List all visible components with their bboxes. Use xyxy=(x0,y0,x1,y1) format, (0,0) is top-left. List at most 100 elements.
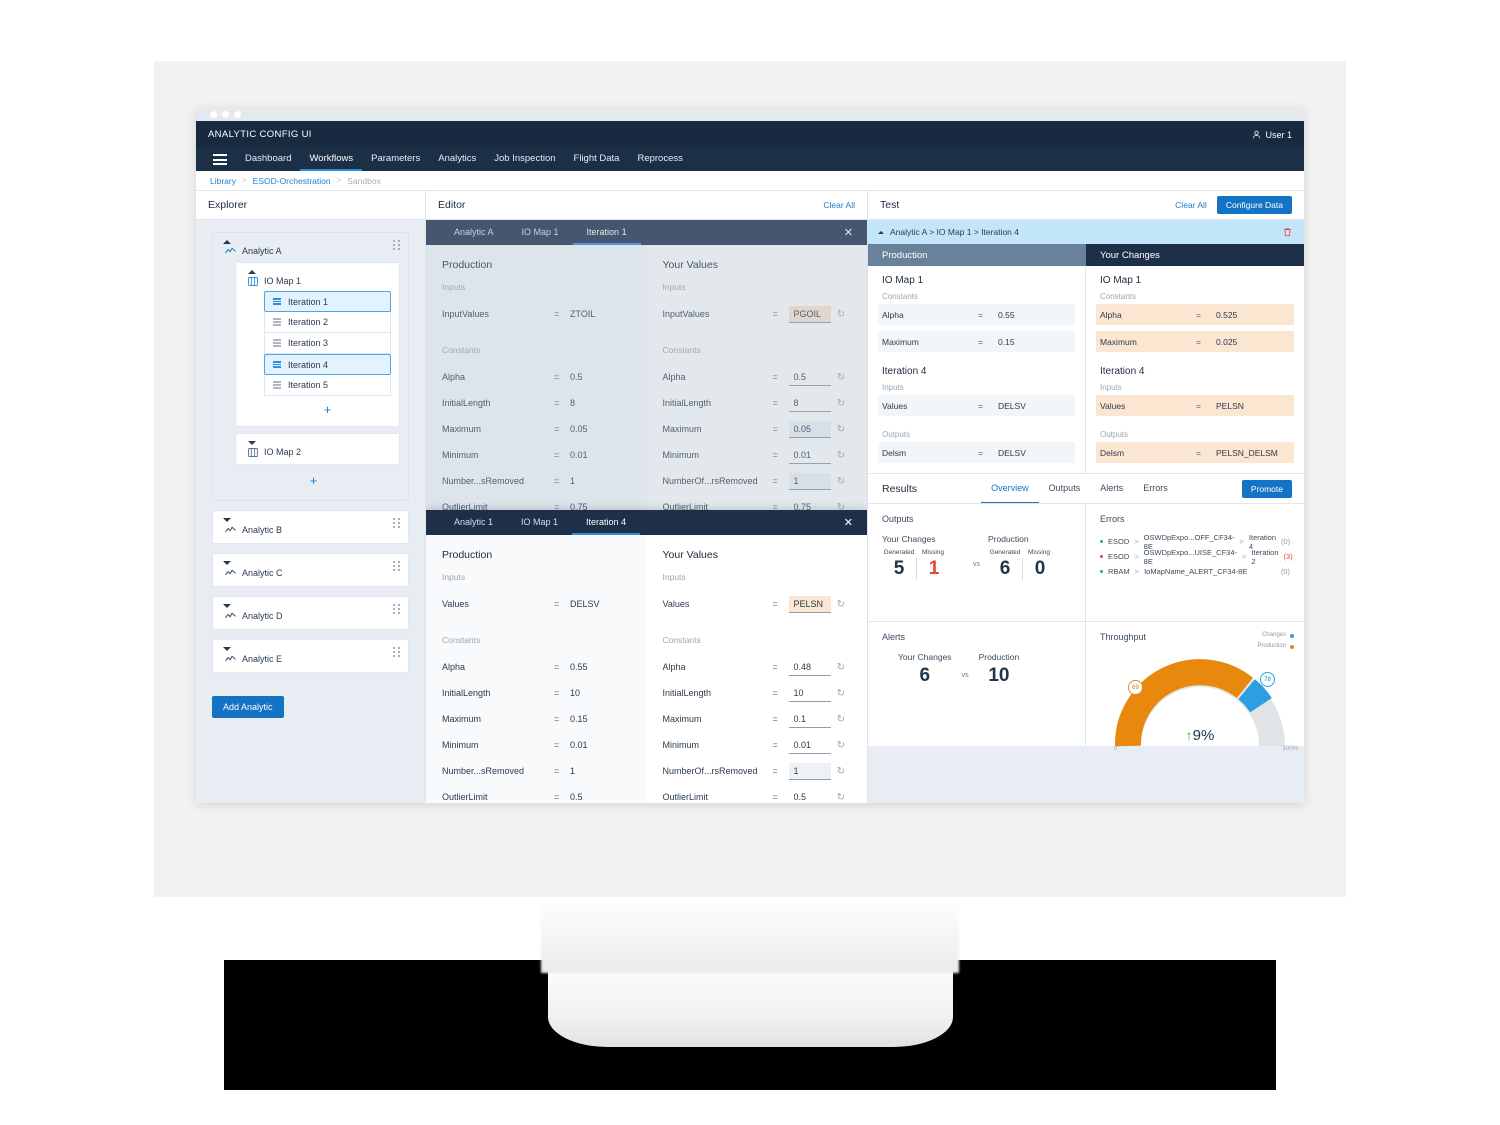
nav-item-flight-data[interactable]: Flight Data xyxy=(565,148,629,171)
add-iteration-button[interactable]: + xyxy=(264,402,391,417)
undo-icon[interactable]: ↻ xyxy=(831,476,851,487)
undo-icon[interactable]: ↻ xyxy=(831,450,851,461)
error-list-item[interactable]: RBAM > IoMapName_ALERT_CF34-8E (0) xyxy=(1100,564,1290,579)
tree-item-iteration-3[interactable]: Iteration 3 xyxy=(264,333,391,354)
nav-item-workflows[interactable]: Workflows xyxy=(300,148,363,171)
tab-io-map-1[interactable]: IO Map 1 xyxy=(507,510,572,535)
tree-node-analytic-a[interactable]: Analytic A IO Map 1 Iteration 1 Iteratio… xyxy=(212,232,409,501)
tab-alerts[interactable]: Alerts xyxy=(1090,474,1133,504)
add-analytic-button[interactable]: Add Analytic xyxy=(212,696,284,718)
drag-handle-icon[interactable] xyxy=(393,561,401,571)
drag-handle-icon[interactable] xyxy=(393,604,401,614)
nav-item-analytics[interactable]: Analytics xyxy=(429,148,485,171)
param-key: Values xyxy=(662,599,690,609)
tree-item-iteration-1[interactable]: Iteration 1 xyxy=(264,291,391,312)
number-of-outliers-removed-field[interactable] xyxy=(788,472,831,490)
param-value: PELSN_DELSM xyxy=(1216,447,1278,458)
close-icon[interactable]: ✕ xyxy=(830,220,867,245)
window-minimize-dot[interactable] xyxy=(222,111,229,118)
values-field[interactable] xyxy=(788,595,831,613)
expand-caret-icon[interactable] xyxy=(223,604,231,608)
alpha-field[interactable] xyxy=(788,368,831,386)
drag-handle-icon[interactable] xyxy=(393,240,401,250)
maximum-field[interactable] xyxy=(788,420,831,438)
hamburger-icon[interactable] xyxy=(204,148,236,171)
tree-node-analytic-e[interactable]: Analytic E xyxy=(212,639,409,673)
tab-overview[interactable]: Overview xyxy=(981,474,1039,504)
expand-caret-icon[interactable] xyxy=(223,561,231,565)
expand-caret-icon[interactable] xyxy=(223,518,231,522)
initial-length-field[interactable] xyxy=(788,684,831,702)
alerts-production: Production 10 xyxy=(979,652,1020,687)
undo-icon[interactable]: ↻ xyxy=(831,599,851,610)
tree-node-analytic-c[interactable]: Analytic C xyxy=(212,553,409,587)
outlier-limit-field[interactable] xyxy=(788,788,831,803)
expand-caret-icon[interactable] xyxy=(223,647,231,651)
close-icon[interactable]: ✕ xyxy=(830,510,867,535)
user-menu[interactable]: User 1 xyxy=(1252,130,1292,140)
tab-errors[interactable]: Errors xyxy=(1133,474,1178,504)
minimum-field[interactable] xyxy=(788,446,831,464)
legend-dot-production xyxy=(1290,644,1294,649)
undo-icon[interactable]: ↻ xyxy=(831,688,851,699)
tree-label-analytic-d: Analytic D xyxy=(242,611,283,621)
tree-label-io-map-1: IO Map 1 xyxy=(264,276,302,286)
promote-button[interactable]: Promote xyxy=(1241,479,1292,498)
undo-icon[interactable]: ↻ xyxy=(831,662,851,673)
number-of-outliers-removed-field[interactable] xyxy=(788,762,831,780)
tree-item-iteration-2[interactable]: Iteration 2 xyxy=(264,312,391,333)
drag-handle-icon[interactable] xyxy=(393,647,401,657)
tree-item-iteration-5[interactable]: Iteration 5 xyxy=(264,375,391,396)
input-values-field[interactable] xyxy=(788,305,831,323)
alpha-field[interactable] xyxy=(788,658,831,676)
undo-icon[interactable]: ↻ xyxy=(831,766,851,777)
tree-node-io-map-2[interactable]: IO Map 2 xyxy=(235,433,400,465)
tree-item-iteration-4[interactable]: Iteration 4 xyxy=(264,354,391,375)
tab-iteration-1[interactable]: Iteration 1 xyxy=(572,220,641,245)
undo-icon[interactable]: ↻ xyxy=(831,792,851,803)
tab-analytic-a[interactable]: Analytic A xyxy=(440,220,508,245)
undo-icon[interactable]: ↻ xyxy=(831,372,851,383)
minimum-field[interactable] xyxy=(788,736,831,754)
param-key: Alpha xyxy=(442,372,466,382)
undo-icon[interactable]: ↻ xyxy=(831,714,851,725)
tree-node-analytic-b[interactable]: Analytic B xyxy=(212,510,409,544)
window-maximize-dot[interactable] xyxy=(234,111,241,118)
breadcrumb-item-esod-orchestration[interactable]: ESOD-Orchestration xyxy=(253,176,331,186)
breadcrumb-item-library[interactable]: Library xyxy=(210,176,236,186)
add-io-map-button[interactable]: + xyxy=(227,473,400,488)
undo-icon[interactable]: ↻ xyxy=(831,424,851,435)
collapse-caret-icon[interactable] xyxy=(223,240,231,244)
tree-node-io-map-1[interactable]: IO Map 1 Iteration 1 Iteration 2 Iterati… xyxy=(235,262,400,427)
drag-handle-icon[interactable] xyxy=(393,518,401,528)
collapse-caret-icon[interactable] xyxy=(248,270,256,274)
tab-outputs[interactable]: Outputs xyxy=(1039,474,1091,504)
editor-clear-all-button[interactable]: Clear All xyxy=(823,200,855,210)
maximum-field[interactable] xyxy=(788,710,831,728)
configure-data-button[interactable]: Configure Data xyxy=(1216,196,1292,214)
tree-node-analytic-d[interactable]: Analytic D xyxy=(212,596,409,630)
nav-item-reprocess[interactable]: Reprocess xyxy=(628,148,691,171)
undo-icon[interactable]: ↻ xyxy=(831,398,851,409)
error-list-item[interactable]: ESOD > OSWDpExpo...UISE_CF34-8E > Iterat… xyxy=(1100,548,1293,566)
nav-item-job-inspection[interactable]: Job Inspection xyxy=(485,148,564,171)
param-key: Minimum xyxy=(662,740,700,750)
expand-caret-icon[interactable] xyxy=(248,441,256,445)
legend-dot-changes xyxy=(1290,633,1294,638)
explorer-panel: Explorer Analytic A IO Map 1 Iteration 1… xyxy=(196,191,426,803)
gauge-center-value: ↑9% xyxy=(1100,727,1300,744)
window-close-dot[interactable] xyxy=(210,111,217,118)
tab-io-map-1[interactable]: IO Map 1 xyxy=(508,220,573,245)
nav-item-parameters[interactable]: Parameters xyxy=(362,148,429,171)
tab-iteration-4[interactable]: Iteration 4 xyxy=(572,510,641,535)
tab-analytic-1[interactable]: Analytic 1 xyxy=(440,510,507,535)
test-clear-all-button[interactable]: Clear All xyxy=(1175,200,1207,210)
trash-icon[interactable] xyxy=(1283,227,1292,237)
equals-sign: = xyxy=(554,450,560,460)
nav-item-dashboard[interactable]: Dashboard xyxy=(236,148,300,171)
param-value: DELSV xyxy=(998,400,1026,411)
undo-icon[interactable]: ↻ xyxy=(831,309,851,320)
initial-length-field[interactable] xyxy=(788,394,831,412)
undo-icon[interactable]: ↻ xyxy=(831,740,851,751)
collapse-caret-icon[interactable] xyxy=(878,230,884,234)
